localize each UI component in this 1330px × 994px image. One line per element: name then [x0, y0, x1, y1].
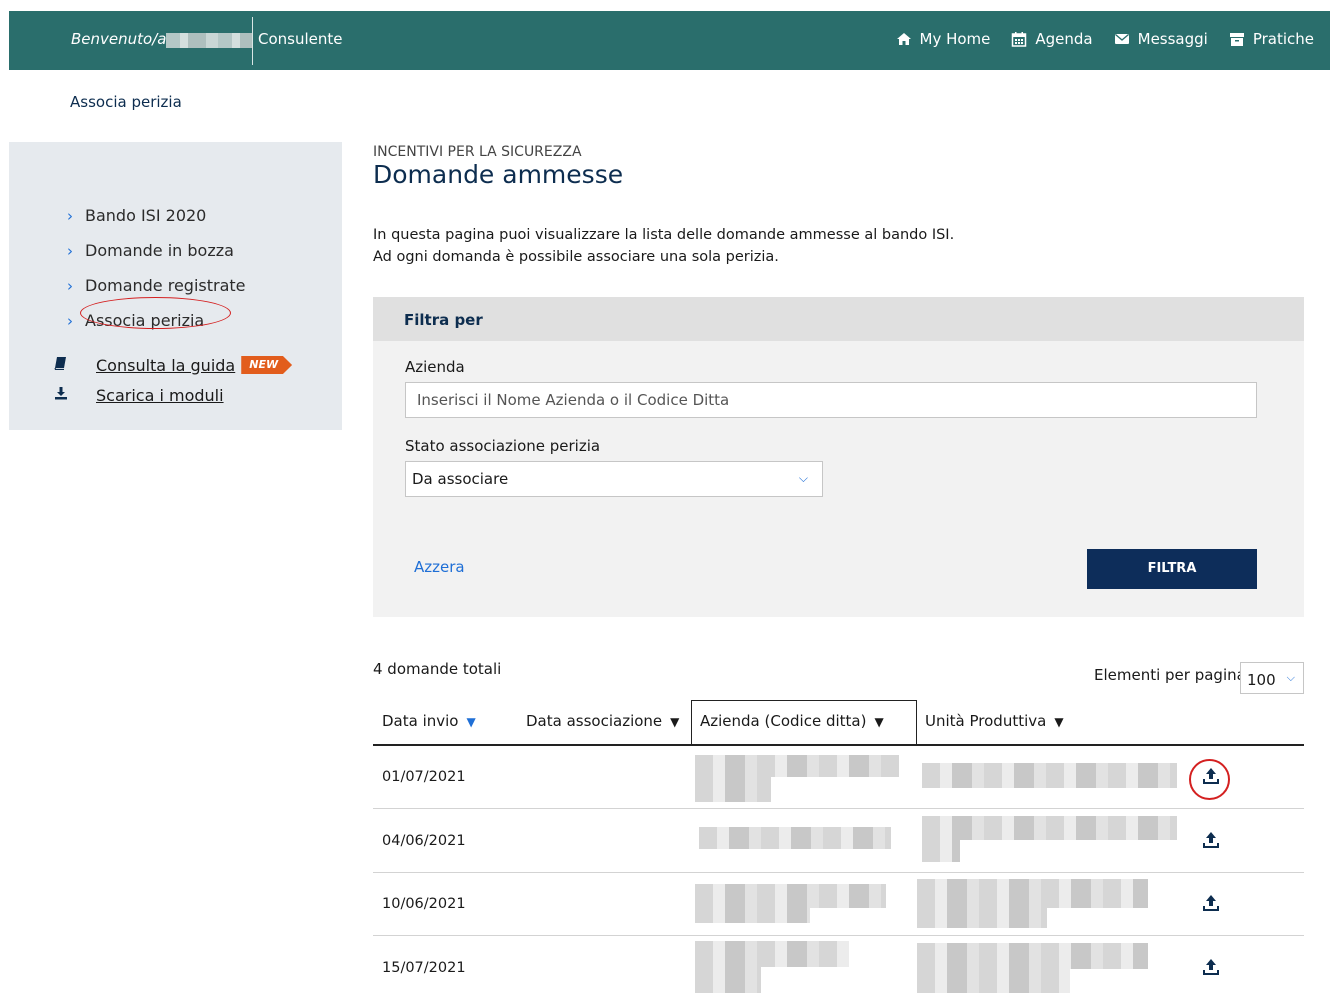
column-azienda[interactable]: Azienda (Codice ditta) ▼: [700, 712, 884, 730]
nav-agenda-label: Agenda: [1035, 30, 1093, 48]
nav-my-home[interactable]: My Home: [896, 30, 991, 48]
top-bar: Benvenuto/a Consulente My Home Agenda Me…: [9, 11, 1330, 70]
table-row: 01/07/2021: [373, 746, 1304, 809]
nav-agenda[interactable]: Agenda: [1011, 30, 1093, 48]
nav-pratiche[interactable]: Pratiche: [1229, 30, 1314, 48]
company-code-redacted: [695, 967, 761, 993]
table-row: 04/06/2021: [373, 810, 1304, 873]
row-date: 01/07/2021: [382, 769, 466, 785]
calendar-icon: [1012, 32, 1027, 47]
total-count: 4 domande totali: [373, 660, 502, 678]
stato-label: Stato associazione perizia: [405, 437, 601, 455]
table-row: 15/07/2021: [373, 937, 1304, 994]
nav-messaggi-label: Messaggi: [1137, 30, 1208, 48]
column-label: Data associazione: [526, 712, 663, 730]
company-redacted: [699, 827, 891, 849]
column-data-invio[interactable]: Data invio ▼: [382, 712, 476, 730]
chevron-right-icon: ›: [67, 241, 73, 260]
azienda-search-input[interactable]: Inserisci il Nome Azienda o il Codice Di…: [405, 382, 1257, 418]
welcome-text: Benvenuto/a: [71, 30, 167, 48]
upload-icon[interactable]: [1200, 829, 1222, 851]
unit-redacted-2: [917, 969, 1070, 993]
page-title: Domande ammesse: [373, 160, 624, 189]
row-date: 04/06/2021: [382, 833, 466, 849]
row-date: 10/06/2021: [382, 896, 466, 912]
column-data-associazione[interactable]: Data associazione ▼: [526, 712, 679, 730]
sidebar-item-label: Domande registrate: [85, 276, 246, 295]
upload-icon[interactable]: [1200, 956, 1222, 978]
user-name-redacted: [166, 33, 252, 48]
per-page-select[interactable]: 100 ⌵: [1240, 662, 1304, 694]
chevron-down-icon: ⌵: [798, 471, 808, 485]
stato-select[interactable]: Da associare ⌵: [405, 461, 823, 497]
upload-icon[interactable]: [1200, 892, 1222, 914]
sort-down-icon: ▼: [874, 715, 884, 729]
sidebar: › Bando ISI 2020 › Domande in bozza › Doman…: [9, 142, 342, 430]
per-page-label: Elementi per pagina: [1094, 666, 1246, 684]
intro-text: In questa pagina puoi visualizzare la li…: [373, 224, 954, 268]
filter-panel: Filtra per Azienda Inserisci il Nome Azi…: [373, 297, 1304, 617]
unit-redacted-2: [922, 840, 960, 862]
unit-redacted: [922, 816, 1177, 840]
azienda-label: Azienda: [405, 358, 465, 376]
table-row: 10/06/2021: [373, 873, 1304, 936]
unit-redacted: [917, 943, 1148, 969]
chevron-down-icon: ⌵: [1286, 671, 1295, 684]
sidebar-item-bando-isi-2020[interactable]: › Bando ISI 2020: [67, 198, 246, 233]
intro-line-2: Ad ogni domanda è possibile associare un…: [373, 249, 779, 265]
company-redacted: [695, 884, 886, 908]
consulta-guida-link[interactable]: Consulta la guida: [96, 356, 235, 375]
nav-messaggi[interactable]: Messaggi: [1114, 30, 1208, 48]
stato-select-value: Da associare: [412, 470, 509, 488]
filter-button[interactable]: FILTRA: [1087, 549, 1257, 589]
company-code-redacted: [695, 777, 771, 802]
sort-down-icon: ▼: [1054, 715, 1064, 729]
sidebar-item-label: Bando ISI 2020: [85, 206, 207, 225]
chevron-right-icon: ›: [67, 206, 73, 225]
unit-redacted: [922, 763, 1177, 788]
envelope-icon: [1114, 34, 1129, 44]
download-icon: [54, 386, 96, 404]
new-badge: NEW: [241, 356, 293, 374]
chevron-right-icon: ›: [67, 276, 73, 295]
top-nav: My Home Agenda Messaggi Pratiche: [896, 30, 1314, 48]
company-redacted: [695, 941, 849, 967]
filter-heading: Filtra per: [373, 297, 1304, 341]
guide-link-row: Consulta la guida NEW: [54, 350, 293, 380]
home-icon: [896, 33, 911, 45]
column-unita-produttiva[interactable]: Unità Produttiva ▼: [925, 712, 1064, 730]
sort-down-icon: ▼: [670, 715, 680, 729]
column-label: Unità Produttiva: [925, 712, 1047, 730]
nav-my-home-label: My Home: [919, 30, 991, 48]
sidebar-item-domande-in-bozza[interactable]: › Domande in bozza: [67, 233, 246, 268]
unit-redacted: [917, 879, 1148, 908]
sidebar-item-label: Domande in bozza: [85, 241, 234, 260]
archive-icon: [1229, 33, 1244, 46]
top-bar-divider: [252, 17, 253, 65]
sort-down-icon: ▼: [466, 715, 476, 729]
row-date: 15/07/2021: [382, 960, 466, 976]
nav-pratiche-label: Pratiche: [1252, 30, 1314, 48]
table-header: Data invio ▼ Data associazione ▼ Azienda (…: [373, 700, 1304, 746]
user-role: Consulente: [258, 30, 343, 48]
column-label: Azienda (Codice ditta): [700, 712, 867, 730]
per-page-value: 100: [1247, 671, 1276, 689]
section-label: INCENTIVI PER LA SICUREZZA: [373, 144, 582, 160]
company-redacted: [695, 755, 899, 777]
download-link-row: Scarica i moduli: [54, 380, 292, 410]
upload-icon[interactable]: [1200, 765, 1222, 787]
company-code-redacted: [695, 908, 810, 923]
active-item-highlight: [80, 297, 231, 329]
breadcrumb[interactable]: Associa perizia: [70, 93, 182, 111]
intro-line-1: In questa pagina puoi visualizzare la li…: [373, 227, 955, 243]
scarica-moduli-link[interactable]: Scarica i moduli: [96, 386, 224, 405]
unit-redacted-2: [917, 908, 1047, 928]
column-label: Data invio: [382, 712, 459, 730]
reset-link[interactable]: Azzera: [414, 558, 465, 576]
book-icon: [54, 356, 96, 374]
sidebar-links: Consulta la guida NEW Scarica i moduli: [54, 350, 293, 410]
